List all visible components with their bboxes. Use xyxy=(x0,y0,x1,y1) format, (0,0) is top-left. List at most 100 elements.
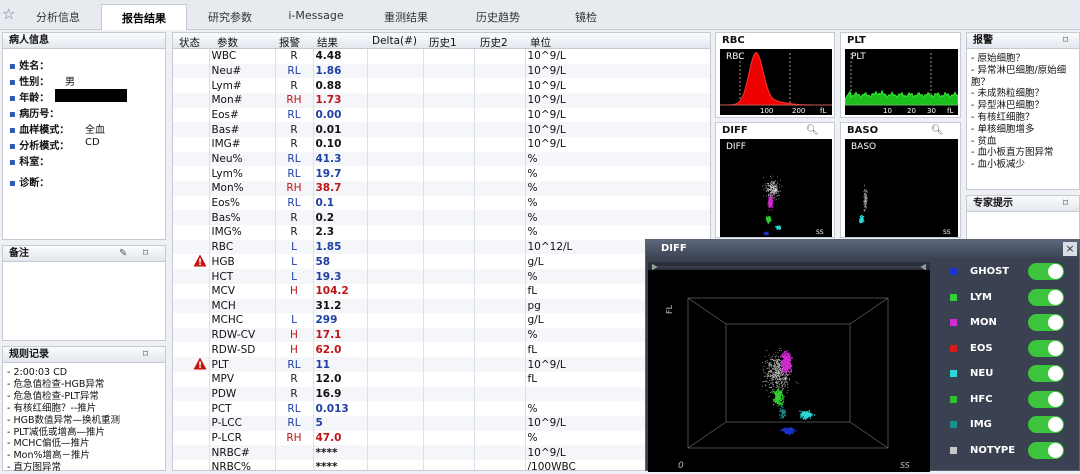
table-row[interactable]: Eos% RL 0.1% xyxy=(173,195,710,211)
history2-cell xyxy=(474,122,526,137)
legend-item-notype: NOTYPE xyxy=(946,441,1076,461)
legend-toggle[interactable] xyxy=(1028,441,1064,459)
legend-item-hfc: HFC xyxy=(946,390,1076,410)
table-row[interactable]: Lym# R 0.88 10^9/L xyxy=(173,78,710,93)
table-row[interactable]: WBC R 4.48 10^9/L xyxy=(173,49,710,64)
table-row[interactable]: NRBC% ****/100WBC xyxy=(173,460,710,470)
tab-retest-result[interactable]: 重测结果 xyxy=(366,4,446,30)
legend-swatch xyxy=(950,370,957,377)
unit-cell: % xyxy=(525,210,710,225)
zoom-icon[interactable]: 🔍︎ xyxy=(806,123,819,139)
col-header-history2[interactable]: 历史2 xyxy=(480,35,508,50)
table-row[interactable]: RBC L 1.85 10^12/L xyxy=(173,239,710,255)
table-row[interactable]: ! PLT RL 11 10^9/L xyxy=(173,357,710,373)
table-row[interactable]: Bas# R 0.01 10^9/L xyxy=(173,122,710,137)
legend-toggle[interactable] xyxy=(1028,390,1064,408)
table-row[interactable]: Mon% RH 38.7% xyxy=(173,180,710,196)
tab-report-result[interactable]: 报告结果 xyxy=(101,4,187,30)
rule-log-item: - PLT减低或增高—推片 xyxy=(7,426,105,438)
history1-cell xyxy=(423,342,475,358)
history2-cell xyxy=(474,372,526,387)
col-header-history1[interactable]: 历史1 xyxy=(429,35,457,50)
delta-cell xyxy=(367,401,424,417)
col-header-flag[interactable]: 报警 xyxy=(279,35,300,50)
maximize-icon[interactable]: ⌑ xyxy=(1063,33,1068,49)
col-header-param[interactable]: 参数 xyxy=(217,35,238,50)
table-row[interactable]: PDW R 16.9 xyxy=(173,386,710,402)
legend-toggle[interactable] xyxy=(1028,365,1064,382)
table-row[interactable]: Neu# RL 1.86 10^9/L xyxy=(173,63,710,79)
table-row[interactable]: IMG% R 2.3% xyxy=(173,224,710,240)
legend-toggle[interactable] xyxy=(1028,263,1064,280)
table-row[interactable]: P-LCR RH 47.0% xyxy=(173,430,710,446)
param-cell: P-LCR xyxy=(209,430,276,446)
status-cell xyxy=(173,342,210,358)
col-header-unit[interactable]: 单位 xyxy=(530,35,551,50)
table-row[interactable]: Bas% R 0.2% xyxy=(173,210,710,225)
legend-toggle[interactable] xyxy=(1028,288,1064,306)
plt-histogram[interactable]: PLT 10 20 30 fL xyxy=(845,49,958,115)
table-row[interactable]: NRBC# **** 10^9/L xyxy=(173,445,710,461)
patient-sex-value: 男 xyxy=(65,77,75,88)
history2-cell xyxy=(474,430,526,446)
diff-scatter-small[interactable]: DIFF SS xyxy=(720,139,832,237)
maximize-icon[interactable]: ⌑ xyxy=(143,246,148,262)
rbc-histogram[interactable]: RBC 100 200 fL xyxy=(720,49,832,115)
table-row[interactable]: RDW-CV H 17.1% xyxy=(173,327,710,343)
legend-toggle[interactable] xyxy=(1028,314,1064,331)
param-cell: Lym% xyxy=(209,166,276,181)
table-row[interactable]: RDW-SD H 62.0 fL xyxy=(173,342,710,358)
history1-cell xyxy=(423,269,475,284)
table-row[interactable]: ! HGB L 58 g/L xyxy=(173,254,710,270)
table-row[interactable]: MPV R 12.0 fL xyxy=(173,372,710,387)
dialog-title: DIFF xyxy=(646,240,1079,258)
table-row[interactable]: MCH 31.2 pg xyxy=(173,298,710,314)
col-header-status[interactable]: 状态 xyxy=(179,35,200,50)
diff-3d-scatter[interactable]: FL SS 0 xyxy=(648,262,930,472)
tab-analysis-info[interactable]: 分析信息 xyxy=(22,4,94,30)
plt-tick-20: 20 xyxy=(907,107,916,115)
rbc-histogram-panel: RBC RBC 100 200 fL xyxy=(715,32,835,118)
status-cell xyxy=(173,239,210,255)
flag-cell: L xyxy=(275,254,314,270)
zoom-icon[interactable]: 🔍︎ xyxy=(931,123,944,139)
table-row[interactable]: Neu% RL 41.3% xyxy=(173,151,710,167)
tab-history-trend[interactable]: 历史趋势 xyxy=(456,4,540,30)
result-cell: 0.88 xyxy=(313,78,368,93)
tab-imessage[interactable]: i-Message xyxy=(276,4,356,30)
legend-toggle[interactable] xyxy=(1028,416,1064,433)
flag-cell: RL xyxy=(275,195,314,211)
results-table: WBC R 4.48 10^9/L Neu# RL 1.86 10^9/L Lym# R 0.88 1… xyxy=(173,49,710,470)
close-icon[interactable]: × xyxy=(1063,242,1077,256)
table-row[interactable]: MCV H 104.2 fL xyxy=(173,283,710,299)
history1-cell xyxy=(423,327,475,343)
history2-cell xyxy=(474,254,526,270)
rbc-tick-100: 100 xyxy=(760,107,773,115)
star-icon[interactable]: ☆ xyxy=(2,5,15,23)
table-row[interactable]: P-LCC RL 5 10^9/L xyxy=(173,416,710,431)
patient-field: ▪ 姓名： xyxy=(9,61,50,72)
result-cell: **** xyxy=(313,445,368,461)
table-row[interactable]: Eos# RL 0.00 10^9/L xyxy=(173,107,710,123)
legend-swatch xyxy=(950,395,957,403)
diff-3d-dialog[interactable]: DIFF × FL SS 0 GHOST LYM MON EOS NEU HFC IMG NO… xyxy=(645,239,1080,472)
table-row[interactable]: HCT L 19.3% xyxy=(173,269,710,284)
col-header-result[interactable]: 结果 xyxy=(317,35,338,50)
table-row[interactable]: IMG# R 0.10 10^9/L xyxy=(173,136,710,152)
legend-toggle[interactable] xyxy=(1028,339,1064,357)
edit-icon[interactable]: ✎ xyxy=(119,246,127,262)
table-row[interactable]: Mon# RH 1.73 10^9/L xyxy=(173,92,710,108)
maximize-icon[interactable]: ⌑ xyxy=(1063,196,1068,212)
tab-microscopy[interactable]: 镜检 xyxy=(548,4,624,30)
table-row[interactable]: MCHC L 299 g/L xyxy=(173,313,710,328)
baso-scatter-small[interactable]: BASO SS xyxy=(845,139,958,237)
col-header-delta[interactable]: Delta(#) xyxy=(372,35,417,47)
maximize-icon[interactable]: ⌑ xyxy=(143,347,148,363)
status-cell xyxy=(173,63,210,79)
plt-tick-10: 10 xyxy=(883,107,892,115)
tab-research-params[interactable]: 研究参数 xyxy=(192,4,268,30)
table-row[interactable]: PCT RL 0.013% xyxy=(173,401,710,417)
unit-cell: 10^9/L xyxy=(525,63,710,79)
table-row[interactable]: Lym% RL 19.7% xyxy=(173,166,710,181)
result-cell: 38.7 xyxy=(313,180,368,196)
